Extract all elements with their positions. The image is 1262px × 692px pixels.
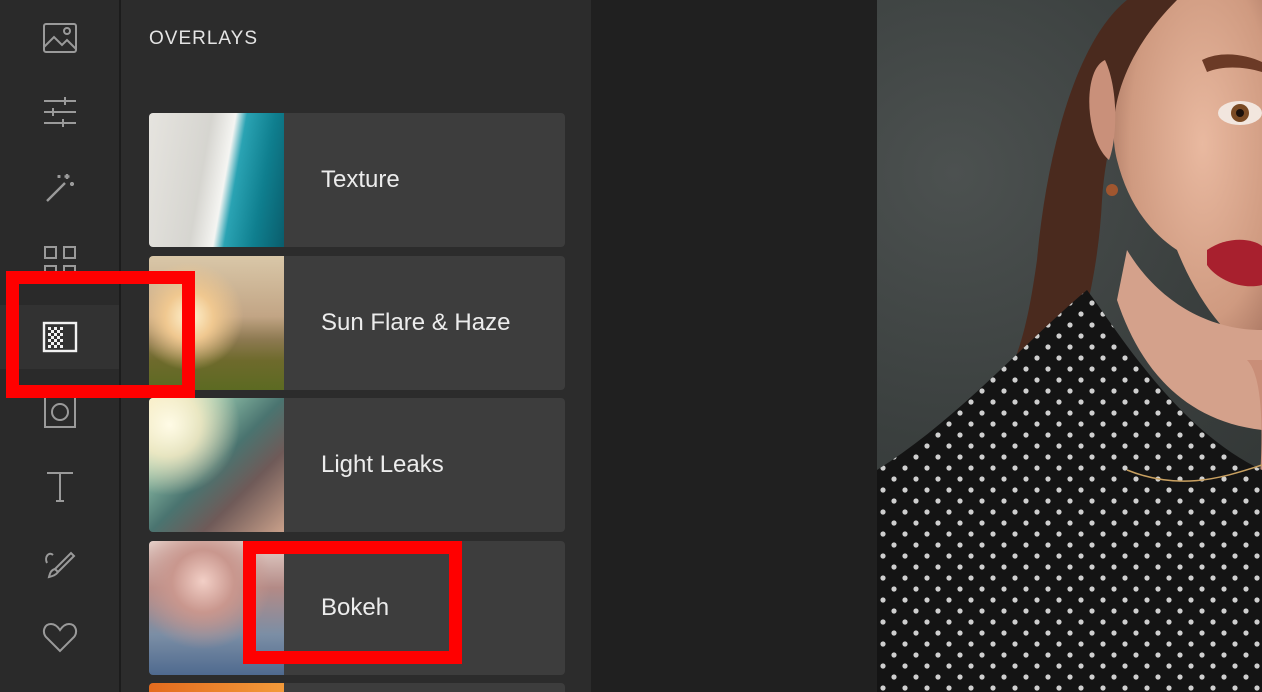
- brush-icon: [44, 551, 75, 579]
- overlay-card-light-leaks[interactable]: Light Leaks: [149, 398, 565, 532]
- overlay-label: Texture: [321, 166, 400, 193]
- overlay-thumbnail: [149, 683, 284, 692]
- rail-item-draw[interactable]: [0, 530, 119, 594]
- rail-item-adjust[interactable]: [0, 80, 119, 144]
- overlay-card-partial[interactable]: [149, 683, 565, 692]
- editor-window: OVERLAYS Texture Sun Flare & Haze Light …: [0, 0, 1262, 692]
- overlay-thumbnail: [149, 398, 284, 532]
- canvas-workspace: [591, 0, 877, 692]
- tool-rail: [0, 0, 121, 692]
- overlay-thumbnail: [149, 256, 284, 390]
- overlay-card-texture[interactable]: Texture: [149, 113, 565, 247]
- grid-icon: [43, 246, 76, 278]
- text-icon: [46, 472, 73, 502]
- panel-title: OVERLAYS: [149, 28, 259, 49]
- overlay-label: Light Leaks: [321, 451, 444, 478]
- overlay-thumbnail: [149, 113, 284, 247]
- rail-item-image[interactable]: [0, 6, 119, 70]
- overlays-panel: OVERLAYS Texture Sun Flare & Haze Light …: [121, 0, 591, 692]
- rail-item-favorites[interactable]: [0, 605, 119, 669]
- overlay-thumbnail: [149, 541, 284, 675]
- image-icon: [42, 23, 77, 53]
- edited-photo: [877, 0, 1262, 692]
- rail-item-layouts[interactable]: [0, 230, 119, 294]
- overlay-card-sun-flare[interactable]: Sun Flare & Haze: [149, 256, 565, 390]
- overlay-label: Bokeh: [321, 594, 390, 621]
- overlays-icon: [42, 321, 77, 353]
- heart-icon: [42, 622, 77, 653]
- rail-item-effects[interactable]: [0, 155, 119, 219]
- frame-icon: [43, 396, 76, 428]
- portrait-image: [877, 0, 1262, 692]
- magic-wand-icon: [45, 174, 74, 202]
- rail-item-text[interactable]: [0, 455, 119, 519]
- rail-item-frames[interactable]: [0, 380, 119, 444]
- overlay-card-bokeh[interactable]: Bokeh: [149, 541, 565, 675]
- rail-item-overlays[interactable]: [0, 305, 119, 369]
- overlay-label: Sun Flare & Haze: [321, 309, 511, 336]
- sliders-icon: [43, 97, 76, 127]
